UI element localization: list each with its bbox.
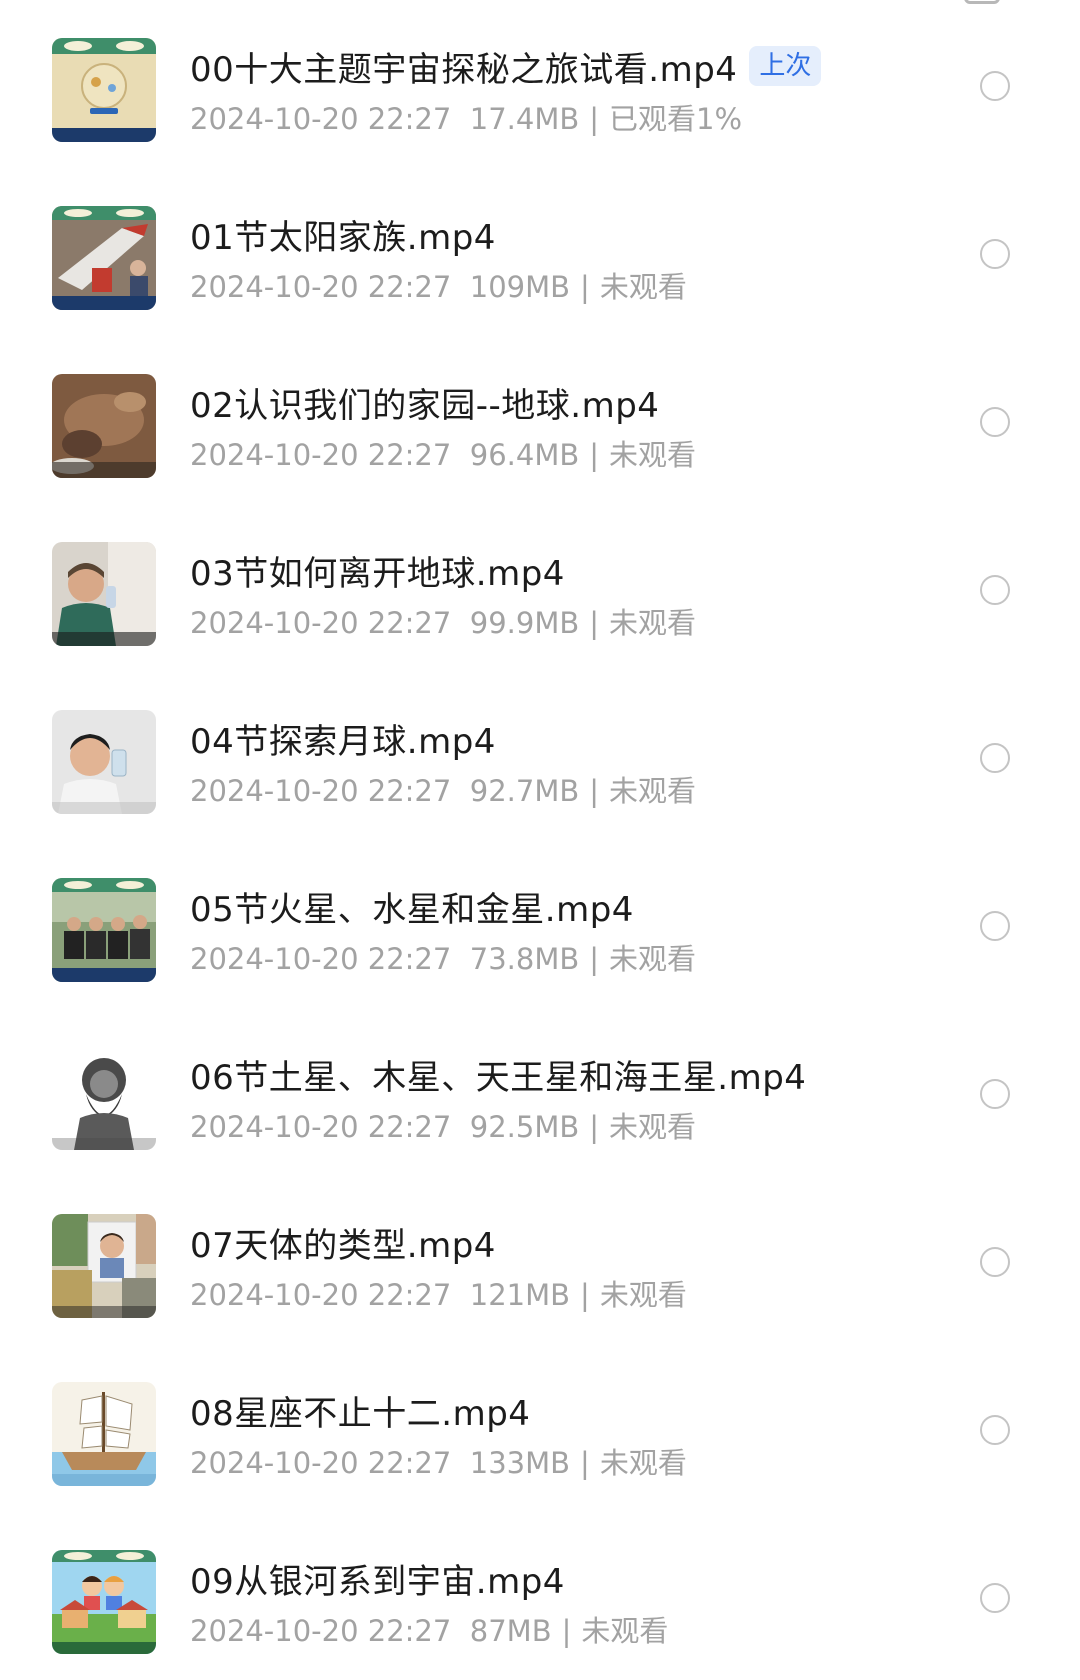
video-thumbnail[interactable] <box>52 1214 156 1318</box>
video-date: 2024-10-20 22:27 <box>190 606 452 640</box>
select-radio[interactable] <box>980 1079 1010 1109</box>
watch-status: 未观看 <box>609 1110 697 1144</box>
separator: | <box>589 606 600 640</box>
video-size: 92.7MB <box>469 774 580 808</box>
video-meta: 2024-10-20 22:27 109MB | 未观看 <box>190 264 687 306</box>
video-size: 99.9MB <box>469 606 580 640</box>
separator: | <box>589 1110 600 1144</box>
list-item-video-09[interactable]: 09从银河系到宇宙.mp4 2024-10-20 22:27 87MB | 未观看 <box>0 1512 1080 1680</box>
video-meta: 2024-10-20 22:27 121MB | 未观看 <box>190 1272 687 1314</box>
video-thumbnail[interactable] <box>52 374 156 478</box>
video-date: 2024-10-20 22:27 <box>190 1278 452 1312</box>
watch-status: 未观看 <box>599 1278 687 1312</box>
video-thumbnail[interactable] <box>52 206 156 310</box>
video-title: 03节如何离开地球.mp4 <box>190 553 565 594</box>
list-item-video-06[interactable]: 06节土星、木星、天王星和海王星.mp4 2024-10-20 22:27 92… <box>0 1008 1080 1176</box>
separator: | <box>580 1446 590 1480</box>
video-title: 00十大主题宇宙探秘之旅试看.mp4 <box>190 49 738 90</box>
video-title: 01节太阳家族.mp4 <box>190 217 496 258</box>
video-thumbnail[interactable] <box>52 542 156 646</box>
watch-status: 未观看 <box>609 774 697 808</box>
video-meta: 2024-10-20 22:27 92.7MB | 未观看 <box>190 768 696 810</box>
video-size: 17.4MB <box>469 102 580 136</box>
video-size: 109MB <box>469 270 571 304</box>
video-size: 92.5MB <box>469 1110 580 1144</box>
watch-status: 未观看 <box>609 942 697 976</box>
video-title: 04节探索月球.mp4 <box>190 721 496 762</box>
video-size: 96.4MB <box>469 438 580 472</box>
video-date: 2024-10-20 22:27 <box>190 774 452 808</box>
video-thumbnail[interactable] <box>52 710 156 814</box>
separator: | <box>580 1278 590 1312</box>
video-date: 2024-10-20 22:27 <box>190 1614 452 1648</box>
video-date: 2024-10-20 22:27 <box>190 102 452 136</box>
watch-status: 未观看 <box>599 1446 687 1480</box>
video-date: 2024-10-20 22:27 <box>190 1110 452 1144</box>
video-date: 2024-10-20 22:27 <box>190 942 452 976</box>
separator: | <box>561 1614 572 1648</box>
video-meta: 2024-10-20 22:27 73.8MB | 未观看 <box>190 936 696 978</box>
video-thumbnail[interactable] <box>52 1550 156 1654</box>
video-meta: 2024-10-20 22:27 87MB | 未观看 <box>190 1608 668 1650</box>
separator: | <box>589 942 600 976</box>
select-radio[interactable] <box>980 239 1010 269</box>
list-item-video-04[interactable]: 04节探索月球.mp4 2024-10-20 22:27 92.7MB | 未观看 <box>0 672 1080 840</box>
separator: | <box>589 102 600 136</box>
list-item-video-07[interactable]: 07天体的类型.mp4 2024-10-20 22:27 121MB | 未观看 <box>0 1176 1080 1344</box>
separator: | <box>589 774 600 808</box>
video-meta: 2024-10-20 22:27 17.4MB | 已观看1% <box>190 96 742 138</box>
video-thumbnail[interactable] <box>52 1046 156 1150</box>
list-item-video-01[interactable]: 01节太阳家族.mp4 2024-10-20 22:27 109MB | 未观看 <box>0 168 1080 336</box>
video-thumbnail[interactable] <box>52 1382 156 1486</box>
list-item-video-02[interactable]: 02认识我们的家园--地球.mp4 2024-10-20 22:27 96.4M… <box>0 336 1080 504</box>
watch-status: 未观看 <box>609 606 697 640</box>
watch-status: 未观看 <box>599 270 687 304</box>
list-item-video-03[interactable]: 03节如何离开地球.mp4 2024-10-20 22:27 99.9MB | 未观… <box>0 504 1080 672</box>
separator: | <box>580 270 590 304</box>
list-item-video-00[interactable]: 00十大主题宇宙探秘之旅试看.mp4 上次 2024-10-20 22:27 1… <box>0 0 1080 168</box>
watch-status: 未观看 <box>609 438 697 472</box>
select-radio[interactable] <box>980 1247 1010 1277</box>
video-meta: 2024-10-20 22:27 92.5MB | 未观看 <box>190 1104 696 1146</box>
select-radio[interactable] <box>980 575 1010 605</box>
video-title: 08星座不止十二.mp4 <box>190 1393 531 1434</box>
video-date: 2024-10-20 22:27 <box>190 270 452 304</box>
list-item-video-05[interactable]: 05节火星、水星和金星.mp4 2024-10-20 22:27 73.8MB |… <box>0 840 1080 1008</box>
watch-status: 未观看 <box>581 1614 669 1648</box>
select-radio[interactable] <box>980 911 1010 941</box>
video-title: 02认识我们的家园--地球.mp4 <box>190 385 660 426</box>
video-size: 87MB <box>469 1614 552 1648</box>
select-radio[interactable] <box>980 743 1010 773</box>
video-meta: 2024-10-20 22:27 99.9MB | 未观看 <box>190 600 696 642</box>
video-size: 73.8MB <box>469 942 580 976</box>
video-meta: 2024-10-20 22:27 133MB | 未观看 <box>190 1440 687 1482</box>
select-radio[interactable] <box>980 71 1010 101</box>
video-meta: 2024-10-20 22:27 96.4MB | 未观看 <box>190 432 696 474</box>
video-date: 2024-10-20 22:27 <box>190 438 452 472</box>
video-size: 133MB <box>469 1446 571 1480</box>
last-played-badge: 上次 <box>749 46 822 86</box>
separator: | <box>589 438 600 472</box>
select-radio[interactable] <box>980 407 1010 437</box>
video-date: 2024-10-20 22:27 <box>190 1446 452 1480</box>
video-title: 07天体的类型.mp4 <box>190 1225 496 1266</box>
video-thumbnail[interactable] <box>52 878 156 982</box>
video-thumbnail[interactable] <box>52 38 156 142</box>
video-size: 121MB <box>469 1278 571 1312</box>
watch-status: 已观看1% <box>609 102 743 136</box>
video-title: 09从银河系到宇宙.mp4 <box>190 1561 565 1602</box>
video-title: 05节火星、水星和金星.mp4 <box>190 889 634 930</box>
video-title: 06节土星、木星、天王星和海王星.mp4 <box>190 1057 807 1098</box>
select-radio[interactable] <box>980 1415 1010 1445</box>
select-radio[interactable] <box>980 1583 1010 1613</box>
list-item-video-08[interactable]: 08星座不止十二.mp4 2024-10-20 22:27 133MB | 未观看 <box>0 1344 1080 1512</box>
